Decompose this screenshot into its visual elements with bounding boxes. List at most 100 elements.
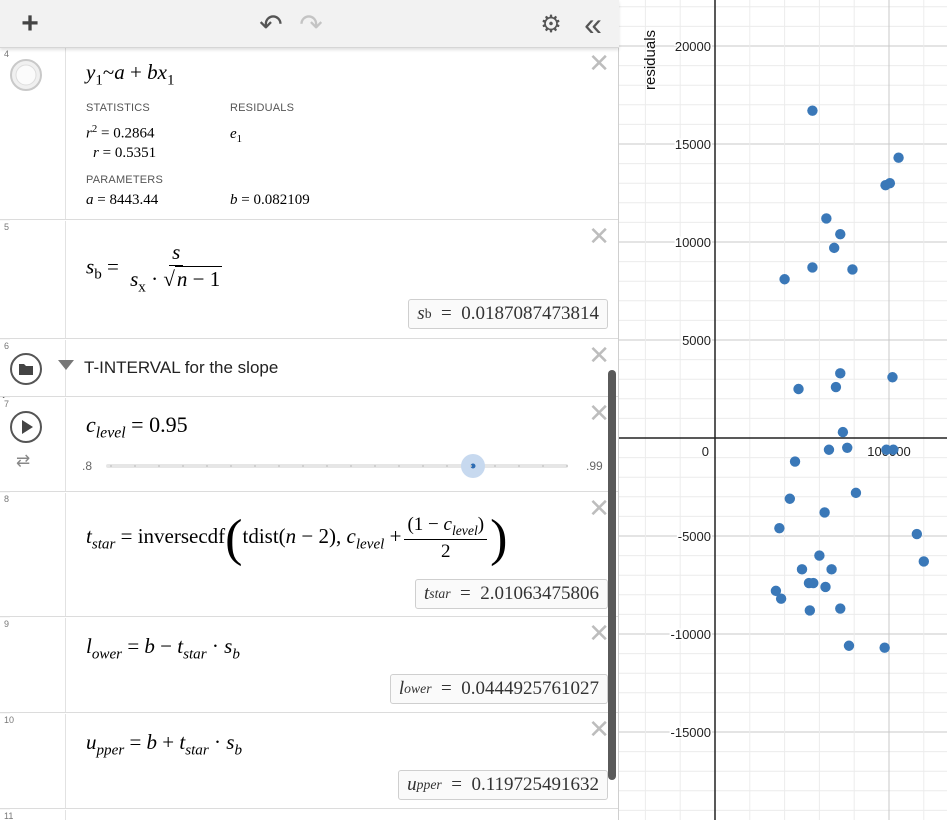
y-axis-label: residuals	[642, 30, 659, 90]
sb-evaluation: sb = 0.0187087473814	[408, 299, 608, 329]
regression-formula[interactable]: y1~a + bx1	[86, 60, 175, 89]
add-item-button[interactable]: +	[14, 7, 46, 40]
lower-evaluation: l ower = 0.0444925761027	[389, 674, 608, 704]
slider-tick-dot	[518, 465, 520, 467]
slider-tick-dot	[278, 465, 280, 467]
residual-point[interactable]	[842, 442, 853, 453]
residual-point[interactable]	[837, 426, 849, 438]
delete-expression-button[interactable]: ✕	[588, 400, 610, 426]
residual-plot[interactable]: 20000150001000050000-5000-10000-15000100…	[619, 0, 947, 820]
slider-tick-dot	[566, 465, 568, 467]
expression-row-lower[interactable]: 9 ✕ lower = b − tstar · sb l ower = 0.044…	[0, 618, 618, 713]
slider-tick-dot	[398, 465, 400, 467]
sb-result: 0.0187087473814	[461, 303, 599, 324]
expression-row-tstar[interactable]: 8 ✕ tstar = inversecdf ( tdist(n − 2), c…	[0, 493, 618, 617]
parameter-b: b = 0.082109	[230, 192, 310, 208]
expression-gutter: 9	[0, 618, 66, 712]
expression-gutter: 11	[0, 810, 66, 820]
residual-point[interactable]	[793, 383, 804, 395]
residual-point[interactable]	[774, 522, 785, 534]
line-number: 11	[4, 811, 14, 820]
expression-row-clevel[interactable]: 7 ⇄ ✕ clevel = 0.95 .8 .99	[0, 398, 618, 492]
settings-gear-icon[interactable]: ⚙	[536, 8, 566, 40]
folder-icon[interactable]	[9, 352, 43, 386]
expression-row-sb[interactable]: 5 ✕ sb = s sx · √n − 1 sb = 0.0187087473…	[0, 221, 618, 339]
residual-point[interactable]	[850, 487, 862, 499]
residual-point[interactable]	[918, 556, 929, 567]
expression-folder[interactable]: 6 T-INTERVAL for the slope ✕	[0, 340, 618, 397]
clevel-slider-track[interactable]	[106, 464, 568, 468]
lower-formula[interactable]: lower = b − tstar · sb	[86, 634, 240, 663]
residual-point[interactable]	[835, 603, 846, 614]
upper-result: 0.119725491632	[471, 774, 599, 795]
residual-point[interactable]	[796, 564, 808, 575]
sb-formula[interactable]: sb = s sx · √n − 1	[86, 240, 228, 296]
residual-point[interactable]	[893, 152, 904, 163]
residual-point[interactable]	[884, 178, 896, 189]
slider-tick-dot	[206, 465, 208, 467]
expression-list-scrollbar[interactable]	[608, 370, 616, 780]
expression-gutter: 7 ⇄	[0, 398, 66, 491]
residual-point[interactable]	[823, 444, 835, 455]
play-icon[interactable]	[9, 410, 43, 444]
residual-point[interactable]	[784, 493, 796, 504]
tstar-formula[interactable]: tstar = inversecdf ( tdist(n − 2), cleve…	[86, 513, 507, 565]
residual-point[interactable]	[887, 372, 898, 383]
delete-expression-button[interactable]: ✕	[588, 50, 610, 76]
residual-point[interactable]	[843, 640, 855, 651]
slider-tick-dot	[302, 465, 304, 467]
folder-title[interactable]: T-INTERVAL for the slope	[84, 358, 278, 378]
residual-point[interactable]	[835, 228, 846, 240]
clevel-formula[interactable]: clevel = 0.95	[86, 412, 188, 443]
clevel-slider-handle[interactable]	[460, 453, 486, 479]
regression-hidden-toggle-icon[interactable]	[9, 58, 43, 92]
undo-button[interactable]: ↶	[256, 8, 286, 40]
expression-gutter: 8	[0, 493, 66, 616]
residual-variable[interactable]: e1	[230, 126, 242, 145]
residual-point[interactable]	[828, 242, 840, 254]
line-number: 7	[4, 399, 10, 409]
loop-mode-icon[interactable]: ⇄	[16, 451, 30, 471]
residual-point[interactable]	[779, 274, 790, 285]
graph-paper[interactable]: 20000150001000050000-5000-10000-15000100…	[619, 0, 947, 820]
slider-tick-dot	[422, 465, 424, 467]
redo-button[interactable]: ↷	[296, 8, 326, 40]
residual-point[interactable]	[789, 456, 801, 467]
y-tick-label: 20000	[675, 39, 711, 54]
parameter-a-value: 8443.44	[109, 192, 159, 208]
expression-row-next[interactable]: 11	[0, 810, 618, 820]
delete-expression-button[interactable]: ✕	[588, 495, 610, 521]
r-squared-statistic: r2 = 0.2864	[86, 123, 155, 142]
delete-expression-button[interactable]: ✕	[588, 223, 610, 249]
expression-row-regression[interactable]: 4 ✕ y1~a + bx1 STATISTICS RESIDUALS r2 =…	[0, 48, 618, 220]
slider-min-label[interactable]: .8	[82, 459, 92, 473]
residual-point[interactable]	[807, 262, 818, 273]
residual-point[interactable]	[819, 507, 830, 518]
folder-collapse-chevron-icon[interactable]	[58, 360, 74, 370]
residual-point[interactable]	[775, 593, 787, 604]
residual-point[interactable]	[911, 528, 923, 540]
residual-point[interactable]	[814, 550, 825, 561]
collapse-list-button[interactable]: «	[576, 6, 610, 42]
expression-gutter: 5	[0, 221, 66, 338]
residual-point[interactable]	[847, 264, 858, 275]
slider-max-label[interactable]: .99	[586, 459, 603, 473]
residual-point[interactable]	[879, 642, 890, 653]
expression-row-upper[interactable]: 10 ✕ upper = b + tstar · sb u pper = 0.11…	[0, 714, 618, 809]
parameters-label: PARAMETERS	[86, 174, 163, 186]
upper-formula[interactable]: upper = b + tstar · sb	[86, 730, 242, 759]
residual-point[interactable]	[888, 444, 899, 455]
residual-point[interactable]	[803, 577, 815, 589]
delete-expression-button[interactable]: ✕	[588, 716, 610, 742]
residual-point[interactable]	[835, 368, 846, 379]
delete-expression-button[interactable]: ✕	[588, 620, 610, 646]
delete-folder-button[interactable]: ✕	[588, 342, 610, 368]
residual-point[interactable]	[807, 105, 818, 116]
residual-point[interactable]	[820, 581, 831, 593]
residual-point[interactable]	[830, 381, 842, 393]
residual-point[interactable]	[826, 564, 837, 575]
residual-point[interactable]	[821, 213, 832, 224]
residual-point[interactable]	[804, 605, 816, 616]
slider-tick-dot	[494, 465, 496, 467]
y-tick-label: -5000	[678, 529, 711, 544]
